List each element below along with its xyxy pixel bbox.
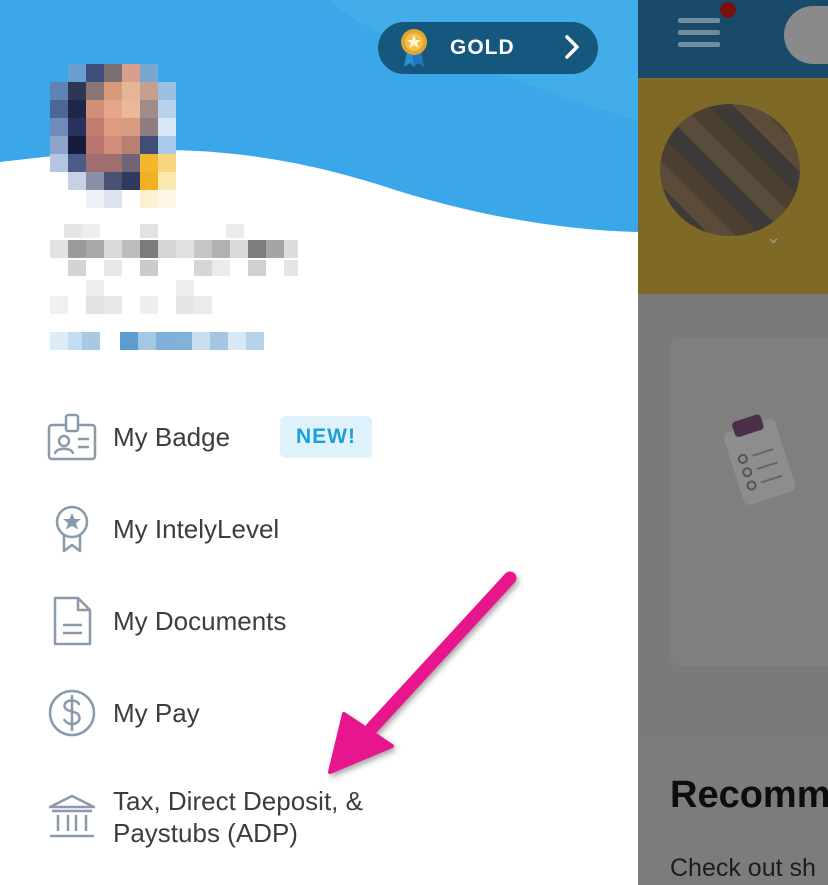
background-topbar xyxy=(638,0,828,78)
bank-icon xyxy=(46,791,98,843)
background-app[interactable]: ⌄ Recomm Check out sh xyxy=(638,0,828,885)
id-badge-icon xyxy=(46,411,98,463)
side-drawer: GOLD My Badge NEW! My IntelyLevel My Doc… xyxy=(0,0,638,885)
menu-item-label: My Pay xyxy=(113,698,200,728)
notification-dot xyxy=(720,2,736,18)
menu-item-label-line-1: Tax, Direct Deposit, & xyxy=(113,786,363,816)
menu-item-label: Tax, Direct Deposit, & Paystubs (ADP) xyxy=(113,785,433,849)
level-badge-button[interactable]: GOLD xyxy=(378,22,598,74)
star-ribbon-icon xyxy=(46,503,98,555)
profile-avatar[interactable] xyxy=(34,64,194,208)
profile-details-redacted xyxy=(50,224,298,350)
background-card[interactable] xyxy=(670,338,828,666)
menu-item-my-documents[interactable]: My Documents xyxy=(0,582,638,660)
new-badge: NEW! xyxy=(280,416,372,458)
menu-item-my-intelylevel[interactable]: My IntelyLevel xyxy=(0,490,638,568)
menu-item-label: My Badge xyxy=(113,422,231,452)
menu-item-tax-direct-deposit-paystubs[interactable]: Tax, Direct Deposit, & Paystubs (ADP) xyxy=(0,774,638,860)
menu-item-label: My IntelyLevel xyxy=(113,514,280,544)
gold-medal-icon xyxy=(401,29,427,67)
menu-item-label: My Documents xyxy=(113,606,287,636)
caret-down-icon: ⌄ xyxy=(766,227,782,247)
background-lower-section: Recomm Check out sh xyxy=(638,738,828,885)
background-subtext: Check out sh xyxy=(670,854,816,882)
background-avatar xyxy=(660,104,800,236)
chevron-right-icon xyxy=(565,35,579,59)
menu-item-my-pay[interactable]: My Pay xyxy=(0,674,638,752)
menu-item-my-badge[interactable]: My Badge NEW! xyxy=(0,398,638,476)
menu-item-label-line-2: Paystubs (ADP) xyxy=(113,818,298,848)
background-banner: ⌄ xyxy=(638,78,828,294)
screen: ⌄ Recomm Check out sh GOLD My Badge NEW!… xyxy=(0,0,828,885)
background-search-pill[interactable] xyxy=(784,6,828,64)
dollar-circle-icon xyxy=(46,687,98,739)
document-icon xyxy=(46,595,98,647)
background-heading: Recomm xyxy=(670,774,828,816)
clipboard-icon xyxy=(723,414,796,505)
level-badge-label: GOLD xyxy=(450,36,515,59)
hamburger-menu-icon[interactable] xyxy=(678,18,720,52)
